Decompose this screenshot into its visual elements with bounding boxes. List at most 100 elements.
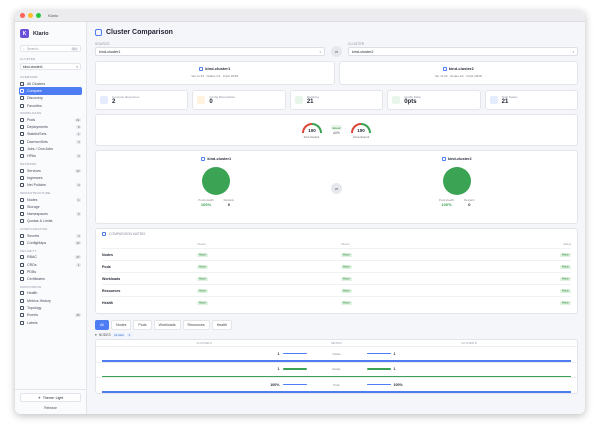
sidebar-item-labels[interactable]: Labels [15, 319, 86, 326]
match-badge: Match [197, 253, 209, 257]
sidebar-item-discovery[interactable]: Discovery [15, 95, 86, 102]
sidebar-item-pdbs[interactable]: PDBs [15, 268, 86, 275]
match-badge: Match [559, 253, 571, 257]
release-link[interactable]: Release [15, 405, 86, 414]
sidebar-item-label: PDBs [27, 269, 37, 274]
tab-resources[interactable]: Resources [182, 320, 210, 330]
swap-button[interactable]: vs [331, 46, 342, 57]
metrics-history-icon [20, 298, 24, 303]
app-window: Klario K Klario ⌕ Search... ⌘K CLUSTER k… [15, 10, 585, 414]
sidebar-item-secrets[interactable]: Secrets 4 [15, 232, 86, 239]
cluster-b-value: 1 [393, 367, 396, 371]
cluster-summary-cards: kind-cluster1 Ver v1.33 · Nodes 1/1 · Po… [95, 61, 578, 85]
sidebar-item-rbac[interactable]: RBAC 47 [15, 254, 86, 261]
sidebar-item-hpas[interactable]: HPAs 0 [15, 153, 86, 160]
sidebar-item-count: 6 [76, 212, 81, 217]
sidebar-item-events[interactable]: Events 45 [15, 312, 86, 319]
sidebar-item-label: Favorites [27, 103, 42, 108]
sidebar-item-crds[interactable]: CRDs 1 [15, 261, 86, 268]
cluster-b-value: 1 [393, 351, 396, 356]
cluster-icon [201, 157, 206, 161]
sidebar-item-metrics-history[interactable]: Metrics History [15, 297, 86, 304]
sidebar-item-topology[interactable]: Topology [15, 304, 86, 311]
stat-icon [392, 96, 401, 104]
minimize-window-button[interactable] [28, 13, 33, 18]
matrix-row-label: Workloads [102, 276, 121, 281]
tab-workloads[interactable]: Workloads [153, 320, 181, 330]
nodes-section-header[interactable]: ▾ NODES 21 total 1 [95, 333, 578, 337]
source-cluster-select[interactable]: kind-cluster1 ▾ [95, 47, 325, 56]
chevron-down-icon: ▾ [95, 333, 97, 337]
sidebar-item-all-clusters[interactable]: All Clusters [15, 80, 86, 87]
maximize-window-button[interactable] [36, 13, 41, 18]
tab-nodes[interactable]: Nodes [111, 320, 132, 330]
metric-label: Ready [332, 367, 341, 371]
sidebar-item-quotas-limits[interactable]: Quotas & Limits [15, 218, 86, 225]
gauge-a-icon: 100 [301, 123, 322, 134]
sidebar-item-count: 47 [74, 255, 81, 260]
cluster-section-label: CLUSTER [20, 57, 36, 61]
jobs-cronjobs-icon [20, 147, 24, 152]
pods-icon [20, 117, 24, 122]
pdbs-icon [20, 269, 24, 274]
match-badge: Match [340, 253, 352, 257]
sidebar-item-count: 4 [76, 233, 81, 238]
sidebar-item-certificates[interactable]: Certificates [15, 276, 86, 283]
equal-delta: Δ0% [333, 131, 340, 135]
tab-all[interactable]: All [95, 320, 109, 330]
sidebar-item-label: Health [27, 291, 38, 296]
cluster-b-bar [366, 383, 391, 386]
release-label: Release [44, 406, 57, 410]
cluster-a-value: 1 [277, 351, 280, 356]
tab-health[interactable]: Health [211, 320, 233, 330]
sidebar-item-pods[interactable]: Pods 21 [15, 116, 86, 123]
node-table-rows: 1 Nodes 1 1 Ready 1 100% Pods 100% [96, 346, 577, 393]
sidebar-item-storage[interactable]: Storage [15, 203, 86, 210]
target-label: CLUSTER [348, 42, 365, 46]
nodes-count-badge-2: 1 [126, 333, 132, 337]
sidebar-item-health[interactable]: Health [15, 290, 86, 297]
close-window-button[interactable] [20, 13, 25, 18]
target-cluster-select[interactable]: kind-cluster2 ▾ [348, 47, 578, 56]
cluster-selector[interactable]: kind-cluster1 ▾ [20, 63, 81, 70]
search-input[interactable]: ⌕ Search... ⌘K [20, 45, 81, 52]
sidebar-item-label: Certificates [27, 277, 45, 282]
sidebar-item-label: Topology [27, 306, 42, 311]
sidebar-item-label: Compare [27, 88, 42, 93]
cluster-card-b: kind-cluster2 Ver v1.32 · Nodes 1/1 · Po… [338, 61, 578, 85]
sidebar-item-jobs-cronjobs[interactable]: Jobs / CronJobs [15, 145, 86, 152]
sidebar-item-label: Events [27, 313, 38, 318]
pod-health-b: kind-cluster2 Pods Health 100% Restarts 0 [382, 157, 532, 207]
sidebar-item-statefulsets[interactable]: StatefulSets 1 [15, 131, 86, 138]
matrix-row-label: Pods [102, 264, 111, 269]
gauge-b-icon: 100 [351, 123, 372, 134]
pod-a-restarts-value: 0 [227, 202, 230, 207]
stat-icon [294, 96, 303, 104]
sidebar-item-compare[interactable]: Compare [19, 87, 82, 95]
sidebar-item-ingresses[interactable]: Ingresses [15, 174, 86, 181]
cluster-card-a: kind-cluster1 Ver v1.33 · Nodes 1/1 · Po… [95, 61, 335, 85]
sidebar-item-namespaces[interactable]: Namespaces 6 [15, 210, 86, 217]
theme-label: Theme: Light [42, 395, 64, 400]
sidebar-item-count: 0 [76, 183, 81, 188]
title-bar: Klario [15, 10, 585, 22]
nav-section-label: OVERVIEW [20, 75, 38, 79]
nav-section-label: SECURITY [20, 248, 37, 253]
gauge-a-score: 100 [308, 128, 316, 133]
stat-value: 0pts [404, 99, 417, 105]
sidebar-item-deployments[interactable]: Deployments 8 [15, 123, 86, 130]
pod-health-a: kind-cluster1 Pods Health 100% Restarts 0 [141, 157, 291, 207]
pod-health-comparison: kind-cluster1 Pods Health 100% Restarts 0 … [95, 150, 578, 224]
sidebar-item-services[interactable]: Services 12 [15, 167, 86, 174]
search-shortcut: ⌘K [70, 46, 78, 51]
sidebar-item-favorites[interactable]: Favorites [15, 102, 86, 109]
theme-toggle-button[interactable]: ☀ Theme: Light [20, 393, 81, 402]
sidebar-item-daemonsets[interactable]: DaemonSets 3 [15, 138, 86, 145]
nav-section-label: CONFIGURATION [20, 227, 48, 232]
sidebar-item-net-policies[interactable]: Net Policies 0 [15, 182, 86, 189]
sidebar-item-nodes[interactable]: Nodes 1 [15, 196, 86, 203]
pod-b-health-value: 100% [441, 202, 452, 207]
sidebar-item-configmaps[interactable]: ConfigMaps 14 [15, 239, 86, 246]
tab-pods[interactable]: Pods [133, 320, 152, 330]
sidebar-item-count: 1 [76, 197, 81, 202]
